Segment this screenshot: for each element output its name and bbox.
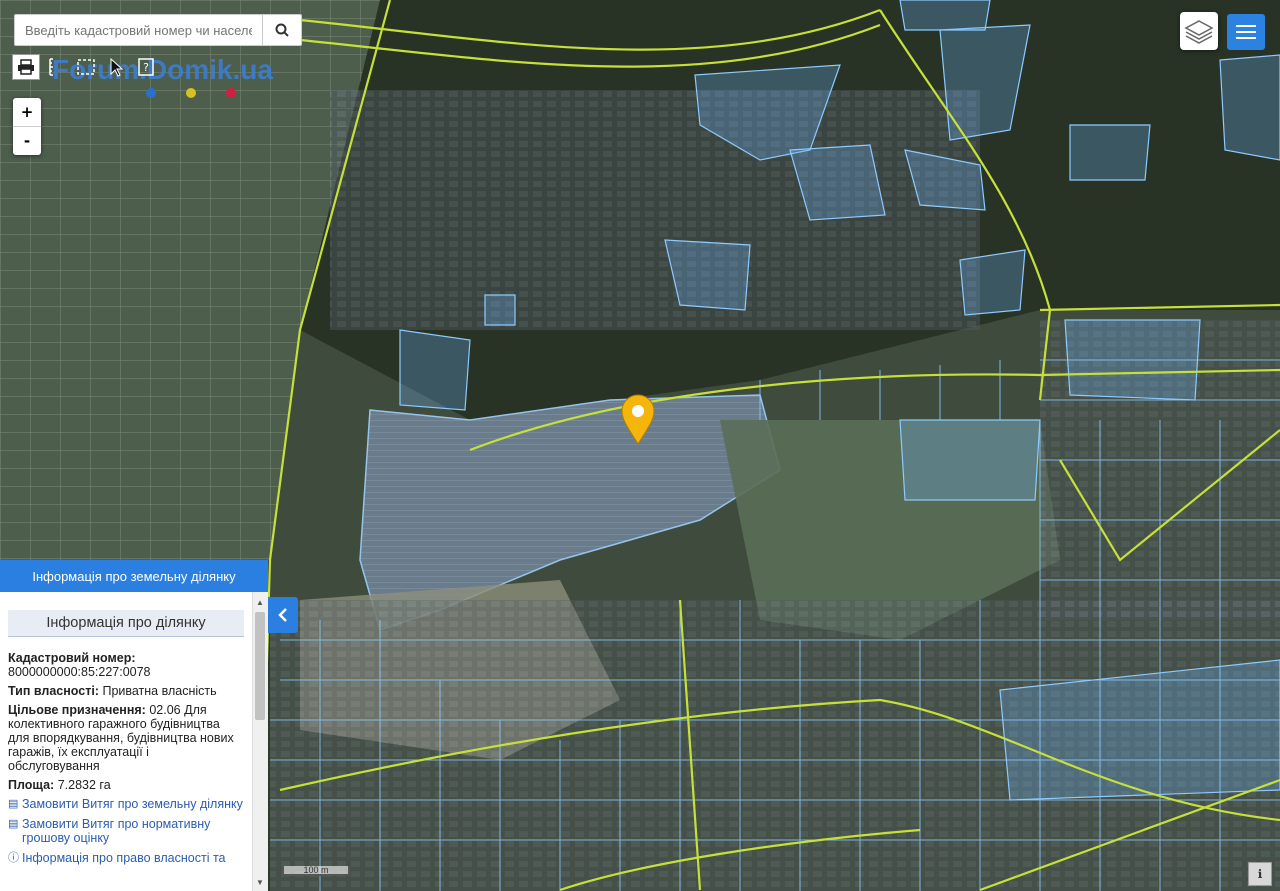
hamburger-icon-bar	[1236, 25, 1256, 27]
panel-header: Інформація про земельну ділянку	[0, 560, 268, 592]
collapse-panel-button[interactable]	[268, 597, 298, 633]
zoom-control: + -	[13, 98, 41, 155]
layers-button[interactable]	[1180, 12, 1218, 50]
print-icon	[18, 59, 34, 75]
watermark-dot-yellow	[186, 88, 196, 98]
measure-button[interactable]	[42, 54, 70, 80]
ruler-icon	[49, 58, 53, 76]
order-valuation-link[interactable]: ▤ Замовити Витяг про нормативну грошову …	[8, 817, 244, 845]
ownership-value: Приватна власність	[102, 684, 217, 698]
scroll-down-icon[interactable]: ▼	[256, 878, 264, 887]
zoom-in-button[interactable]: +	[13, 98, 41, 127]
order-extract-link[interactable]: ▤ Замовити Витяг про земельну ділянку	[8, 797, 244, 811]
map-toolbar: ?	[12, 54, 160, 80]
scale-bar: 100 m	[282, 866, 350, 876]
hamburger-icon-bar	[1236, 37, 1256, 39]
layers-icon	[1184, 20, 1214, 44]
purpose-label: Цільове призначення:	[8, 703, 146, 717]
scroll-thumb[interactable]	[255, 612, 265, 720]
ownership-type: Тип власності: Приватна власність	[8, 684, 244, 698]
info-icon: ℹ	[1257, 867, 1263, 881]
hamburger-icon-bar	[1236, 31, 1256, 33]
print-button[interactable]	[12, 54, 40, 80]
order-valuation-label: Замовити Витяг про нормативну грошову оц…	[22, 817, 211, 845]
watermark-dot-red	[226, 88, 236, 98]
svg-text:?: ?	[143, 61, 149, 74]
cadastral-value: 8000000000:85:227:0078	[8, 665, 151, 679]
parcel-info-panel: Інформація про земельну ділянку Інформац…	[0, 560, 268, 891]
ownership-label: Тип власності:	[8, 684, 99, 698]
search-icon	[275, 23, 289, 37]
parcel-area: Площа: 7.2832 га	[8, 778, 244, 792]
select-area-button[interactable]	[72, 54, 100, 80]
panel-body: Інформація про ділянку Кадастровий номер…	[0, 592, 252, 891]
help-icon: ?	[138, 58, 154, 76]
watermark-dot-blue	[146, 88, 156, 98]
panel-scrollbar[interactable]: ▲ ▼	[252, 592, 268, 891]
zoom-out-button[interactable]: -	[13, 127, 41, 155]
menu-button[interactable]	[1227, 14, 1265, 50]
cadastral-number: Кадастровий номер: 8000000000:85:227:007…	[8, 651, 244, 679]
area-value: 7.2832 га	[57, 778, 111, 792]
ownership-info-label: Інформація про право власності та	[22, 851, 226, 865]
pointer-icon	[110, 57, 124, 77]
ownership-info-link[interactable]: ⓘ Інформація про право власності та	[8, 851, 244, 865]
search-bar	[14, 14, 302, 46]
chevron-left-icon	[278, 608, 287, 622]
search-button[interactable]	[262, 15, 301, 45]
scroll-up-icon[interactable]: ▲	[256, 598, 264, 607]
info-icon: ⓘ	[8, 852, 19, 864]
document-icon: ▤	[8, 818, 19, 830]
help-button[interactable]: ?	[132, 54, 160, 80]
cadastral-label: Кадастровий номер:	[8, 651, 136, 665]
search-input[interactable]	[15, 15, 262, 45]
area-label: Площа:	[8, 778, 55, 792]
document-icon: ▤	[8, 798, 19, 810]
select-area-icon	[77, 59, 95, 75]
order-extract-label: Замовити Витяг про земельну ділянку	[22, 797, 243, 811]
panel-title: Інформація про ділянку	[8, 610, 244, 637]
pointer-button[interactable]	[102, 54, 130, 80]
land-purpose: Цільове призначення: 02.06 Для колективн…	[8, 703, 244, 773]
map-info-button[interactable]: ℹ	[1248, 862, 1272, 886]
